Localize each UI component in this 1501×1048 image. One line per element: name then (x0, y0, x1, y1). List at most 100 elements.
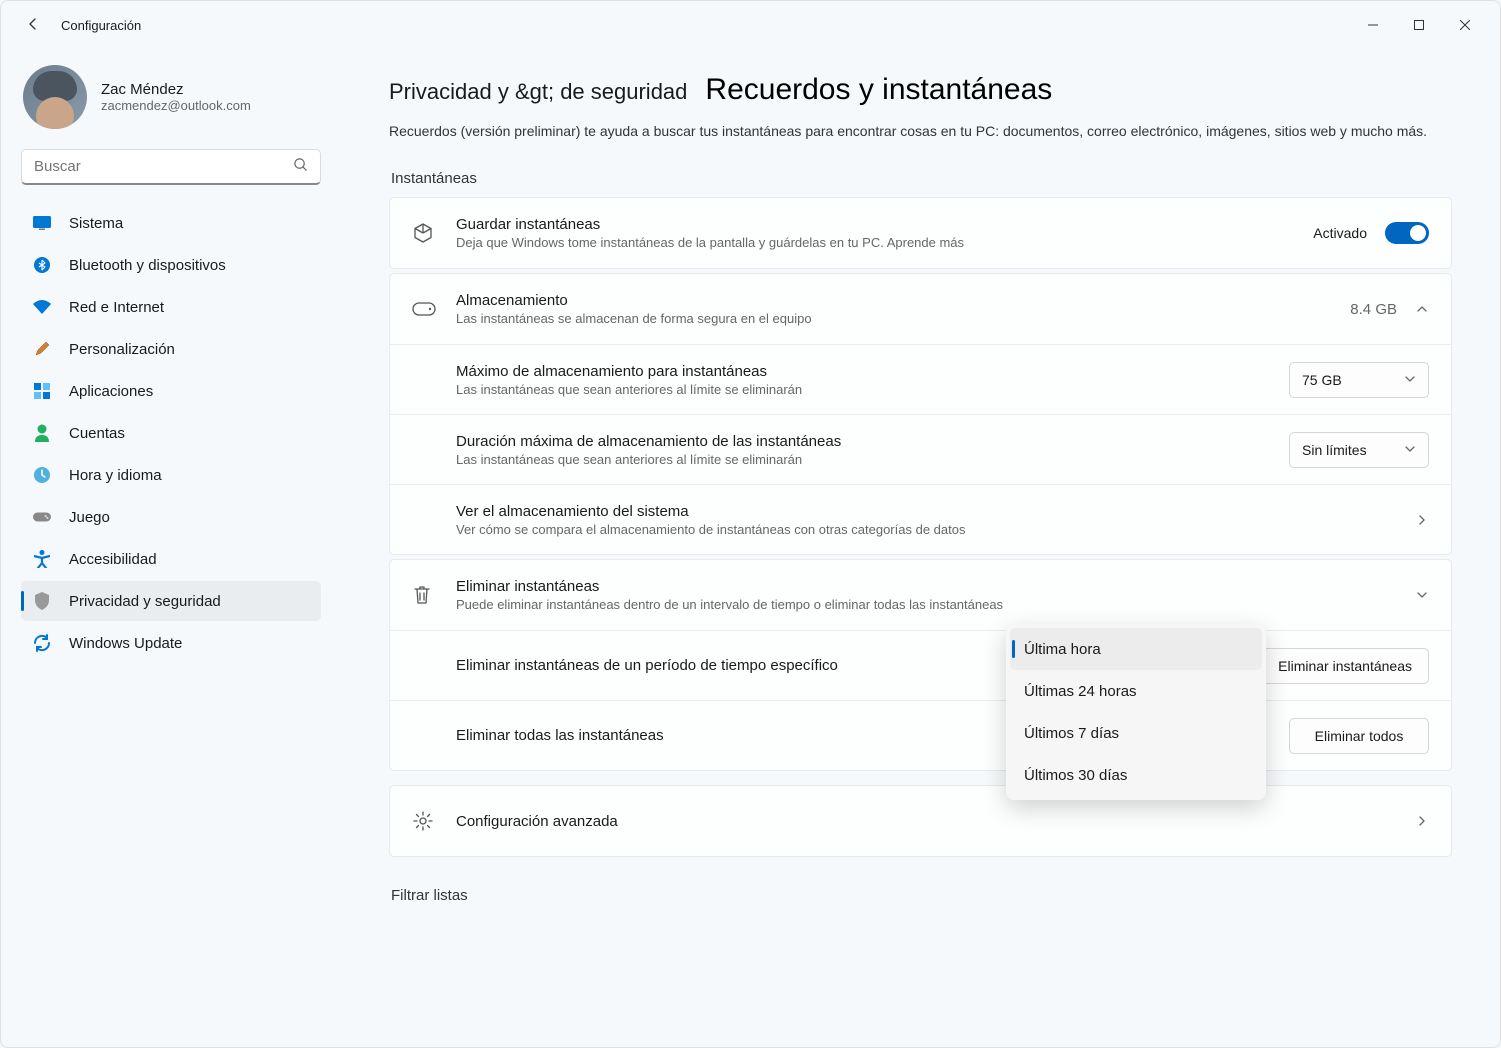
save-snapshots-toggle[interactable] (1385, 222, 1429, 244)
delete-range-title: Eliminar instantáneas de un período de t… (456, 657, 1033, 674)
profile-email: zacmendez@outlook.com (101, 98, 251, 113)
clock-icon (33, 466, 51, 484)
sidebar-item-accounts[interactable]: Cuentas (21, 413, 321, 453)
profile-block[interactable]: Zac Méndez zacmendez@outlook.com (21, 61, 321, 149)
wifi-icon (33, 298, 51, 316)
accessibility-icon (33, 550, 51, 568)
sidebar-item-gaming[interactable]: Juego (21, 497, 321, 537)
nav-list: Sistema Bluetooth y dispositivos Red e I… (21, 203, 321, 663)
back-button[interactable] (13, 5, 53, 45)
storage-max-dropdown[interactable]: 75 GB (1289, 362, 1429, 398)
maximize-button[interactable] (1396, 9, 1442, 41)
chevron-right-icon (1415, 513, 1429, 527)
person-icon (33, 424, 51, 442)
delete-range-button[interactable]: Eliminar instantáneas (1261, 648, 1429, 684)
storage-value: 8.4 GB (1350, 301, 1397, 318)
storage-title: Almacenamiento (456, 292, 1350, 309)
brush-icon (33, 340, 51, 358)
card-advanced[interactable]: Configuración avanzada (389, 785, 1452, 857)
sidebar-item-label: Accesibilidad (69, 551, 157, 568)
page-description: Recuerdos (versión preliminar) te ayuda … (389, 121, 1452, 142)
storage-header-row[interactable]: Almacenamiento Las instantáneas se almac… (390, 274, 1451, 344)
chevron-down-icon (1404, 372, 1416, 388)
system-storage-title: Ver el almacenamiento del sistema (456, 503, 1415, 520)
monitor-icon (33, 214, 51, 232)
chevron-down-icon (1404, 442, 1416, 458)
storage-sub: Las instantáneas se almacenan de forma s… (456, 311, 1350, 326)
sidebar: Zac Méndez zacmendez@outlook.com Sistema… (1, 49, 341, 1047)
profile-name: Zac Méndez (101, 81, 251, 98)
sidebar-item-windows-update[interactable]: Windows Update (21, 623, 321, 663)
gear-icon (412, 810, 456, 832)
sidebar-item-label: Windows Update (69, 635, 182, 652)
dropdown-value: 75 GB (1302, 372, 1342, 388)
sidebar-item-network[interactable]: Red e Internet (21, 287, 321, 327)
chevron-right-icon (1415, 814, 1429, 828)
dropdown-value: Sin límites (1302, 442, 1367, 458)
sidebar-item-label: Privacidad y seguridad (69, 593, 221, 610)
time-range-popup: Última hora Últimas 24 horas Últimos 7 d… (1006, 624, 1266, 800)
sidebar-item-label: Red e Internet (69, 299, 164, 316)
sidebar-item-privacy[interactable]: Privacidad y seguridad (21, 581, 321, 621)
card-save-snapshots: Guardar instantáneas Deja que Windows to… (389, 197, 1452, 269)
apps-icon (33, 382, 51, 400)
breadcrumb: Privacidad y &gt; de seguridad Recuerdos… (389, 73, 1452, 107)
search-icon (293, 157, 308, 177)
storage-duration-row: Duración máxima de almacenamiento de las… (390, 414, 1451, 484)
sidebar-item-personalization[interactable]: Personalización (21, 329, 321, 369)
sidebar-item-accessibility[interactable]: Accesibilidad (21, 539, 321, 579)
bluetooth-icon (33, 256, 51, 274)
search-input[interactable] (34, 158, 293, 175)
storage-system-row[interactable]: Ver el almacenamiento del sistema Ver có… (390, 484, 1451, 554)
storage-max-title: Máximo de almacenamiento para instantáne… (456, 363, 1289, 380)
toggle-state-label: Activado (1313, 225, 1367, 241)
delete-all-button[interactable]: Eliminar todos (1289, 718, 1429, 754)
minimize-button[interactable] (1350, 9, 1396, 41)
section-filter-title: Filtrar listas (391, 887, 1452, 904)
save-title: Guardar instantáneas (456, 216, 1313, 233)
section-snapshots-title: Instantáneas (391, 170, 1452, 187)
popup-item-last-7d[interactable]: Últimos 7 días (1010, 712, 1262, 754)
page-title: Recuerdos y instantáneas (705, 73, 1052, 107)
popup-item-last-30d[interactable]: Últimos 30 días (1010, 754, 1262, 796)
sidebar-item-label: Personalización (69, 341, 175, 358)
storage-max-sub: Las instantáneas que sean anteriores al … (456, 382, 1289, 397)
sidebar-item-label: Sistema (69, 215, 123, 232)
delete-header-row[interactable]: Eliminar instantáneas Puede eliminar ins… (390, 560, 1451, 630)
delete-all-row: Eliminar todas las instantáneas Eliminar… (390, 700, 1451, 770)
delete-sub: Puede eliminar instantáneas dentro de un… (456, 597, 1415, 612)
storage-max-row: Máximo de almacenamiento para instantáne… (390, 344, 1451, 414)
gamepad-icon (33, 508, 51, 526)
sidebar-item-apps[interactable]: Aplicaciones (21, 371, 321, 411)
search-box[interactable] (21, 149, 321, 185)
sidebar-item-bluetooth[interactable]: Bluetooth y dispositivos (21, 245, 321, 285)
breadcrumb-level1[interactable]: Privacidad y &gt; de seguridad (389, 79, 687, 105)
chevron-up-icon (1415, 302, 1429, 316)
update-icon (33, 634, 51, 652)
delete-title: Eliminar instantáneas (456, 578, 1415, 595)
sidebar-item-label: Hora y idioma (69, 467, 162, 484)
storage-icon (412, 302, 456, 316)
avatar (23, 65, 87, 129)
chevron-down-icon (1415, 588, 1429, 602)
system-storage-sub: Ver cómo se compara el almacenamiento de… (456, 522, 1415, 537)
sidebar-item-label: Cuentas (69, 425, 125, 442)
popup-item-last-24h[interactable]: Últimas 24 horas (1010, 670, 1262, 712)
sidebar-item-time-language[interactable]: Hora y idioma (21, 455, 321, 495)
delete-range-row: Eliminar instantáneas de un período de t… (390, 630, 1451, 700)
sidebar-item-label: Juego (69, 509, 110, 526)
popup-item-last-hour[interactable]: Última hora (1010, 628, 1262, 670)
sidebar-item-label: Bluetooth y dispositivos (69, 257, 226, 274)
sidebar-item-system[interactable]: Sistema (21, 203, 321, 243)
advanced-title: Configuración avanzada (456, 813, 1415, 830)
app-title: Configuración (61, 18, 141, 33)
trash-icon (412, 584, 456, 606)
storage-duration-dropdown[interactable]: Sin límites (1289, 432, 1429, 468)
card-delete-snapshots: Eliminar instantáneas Puede eliminar ins… (389, 559, 1452, 771)
storage-duration-title: Duración máxima de almacenamiento de las… (456, 433, 1289, 450)
storage-duration-sub: Las instantáneas que sean anteriores al … (456, 452, 1289, 467)
shield-icon (33, 592, 51, 610)
close-button[interactable] (1442, 9, 1488, 41)
arrow-left-icon (25, 16, 41, 35)
save-sub: Deja que Windows tome instantáneas de la… (456, 235, 1313, 250)
